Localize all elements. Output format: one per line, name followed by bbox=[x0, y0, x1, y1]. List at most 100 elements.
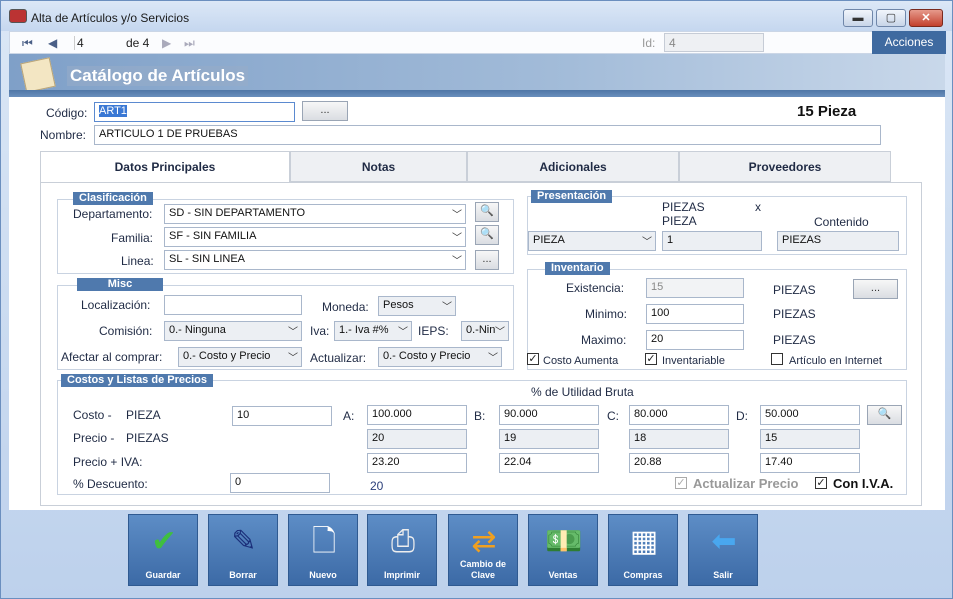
utilidad-d-input[interactable]: 50.000 bbox=[760, 405, 860, 425]
maximo-unit: PIEZAS bbox=[773, 333, 816, 347]
tab-adicionales[interactable]: Adicionales bbox=[467, 151, 679, 182]
actualizar-precio-label: Actualizar Precio bbox=[693, 476, 799, 491]
precio-iva-a-input[interactable]: 23.20 bbox=[367, 453, 467, 473]
search-icon: 🔍 bbox=[480, 228, 494, 240]
acciones-menu[interactable]: Acciones bbox=[872, 31, 946, 54]
unidad-singular: PIEZA bbox=[662, 214, 697, 228]
comision-select[interactable]: 0.- Ninguna ﹀ bbox=[164, 321, 302, 341]
factor-input[interactable]: 1 bbox=[662, 231, 762, 251]
departamento-search-button[interactable]: 🔍 bbox=[475, 202, 499, 222]
iva-select[interactable]: 1.- Iva #% ﹀ bbox=[334, 321, 412, 341]
ieps-label: IEPS: bbox=[418, 324, 449, 338]
nuevo-button[interactable]: 🗋 Nuevo bbox=[288, 514, 358, 586]
salir-button[interactable]: ⬅ Salir bbox=[688, 514, 758, 586]
cambio-clave-label: Cambio de Clave bbox=[459, 559, 506, 580]
con-iva-label: Con I.V.A. bbox=[833, 476, 894, 491]
contenido-label: Contenido bbox=[814, 215, 869, 229]
lista-a-label: A: bbox=[343, 409, 355, 423]
printer-icon: ⎙ bbox=[391, 525, 415, 558]
comision-value: 0.- Ninguna bbox=[169, 324, 226, 336]
utilidad-a-input[interactable]: 100.000 bbox=[367, 405, 467, 425]
precio-d-field: 15 bbox=[760, 429, 860, 449]
moneda-select[interactable]: Pesos ﹀ bbox=[378, 296, 456, 316]
main-window: Alta de Artículos y/o Servicios ▬ ▢ ✕ ⏮ … bbox=[0, 0, 953, 599]
ventas-button[interactable]: 💵 Ventas bbox=[528, 514, 598, 586]
datos-principales-panel: Clasificación Departamento: SD - SIN DEP… bbox=[40, 182, 922, 506]
linea-label: Linea: bbox=[121, 254, 154, 268]
cambio-clave-button[interactable]: ⇄ Cambio de Clave bbox=[448, 514, 518, 586]
precio-iva-d-input[interactable]: 17.40 bbox=[760, 453, 860, 473]
localizacion-input[interactable] bbox=[164, 295, 302, 315]
contenido-input[interactable]: PIEZAS bbox=[777, 231, 899, 251]
precios-search-button[interactable]: 🔍 bbox=[867, 405, 902, 425]
chevron-down-icon: ﹀ bbox=[452, 256, 462, 267]
borrar-label: Borrar bbox=[229, 570, 257, 580]
maximize-button[interactable]: ▢ bbox=[876, 9, 906, 27]
swap-icon: ⇄ bbox=[471, 525, 497, 558]
codigo-input[interactable]: ART1 bbox=[94, 102, 295, 122]
maximo-input[interactable]: 20 bbox=[646, 330, 744, 350]
presentacion-title: Presentación bbox=[531, 190, 613, 203]
nombre-input[interactable]: ARTICULO 1 DE PRUEBAS bbox=[94, 125, 881, 145]
codigo-value: ART1 bbox=[99, 105, 127, 117]
actualizar-select[interactable]: 0.- Costo y Precio ﹀ bbox=[378, 347, 502, 367]
last-record-icon[interactable]: ⏭ bbox=[184, 36, 195, 51]
chevron-down-icon: ﹀ bbox=[642, 237, 652, 248]
actualizar-precio-checkbox: ✓ bbox=[675, 477, 687, 489]
salir-label: Salir bbox=[713, 570, 733, 580]
marker-icon: ✎ bbox=[231, 525, 257, 558]
departamento-select[interactable]: SD - SIN DEPARTAMENTO ﹀ bbox=[164, 204, 466, 224]
precio-iva-b-input[interactable]: 22.04 bbox=[499, 453, 599, 473]
tab-notas[interactable]: Notas bbox=[290, 151, 467, 182]
minimize-button[interactable]: ▬ bbox=[843, 9, 873, 27]
linea-select[interactable]: SL - SIN LINEA ﹀ bbox=[164, 250, 466, 270]
tab-proveedores[interactable]: Proveedores bbox=[679, 151, 891, 182]
record-number[interactable]: 4 bbox=[74, 36, 84, 50]
unidad-plural: PIEZAS bbox=[662, 200, 705, 214]
maximo-label: Maximo: bbox=[581, 333, 627, 347]
departamento-label: Departamento: bbox=[73, 207, 153, 221]
descuento-label: % Descuento: bbox=[73, 477, 148, 491]
comision-label: Comisión: bbox=[99, 324, 153, 338]
afectar-select[interactable]: 0.- Costo y Precio ﹀ bbox=[178, 347, 302, 367]
nuevo-label: Nuevo bbox=[309, 570, 337, 580]
familia-label: Familia: bbox=[111, 231, 154, 245]
iva-label: Iva: bbox=[310, 324, 330, 338]
imprimir-button[interactable]: ⎙ Imprimir bbox=[367, 514, 437, 586]
checkmark-icon: ✔ bbox=[151, 525, 177, 558]
compras-button[interactable]: ▦ Compras bbox=[608, 514, 678, 586]
utilidad-c-input[interactable]: 80.000 bbox=[629, 405, 729, 425]
first-record-icon[interactable]: ⏮ bbox=[22, 36, 33, 51]
costo-input[interactable]: 10 bbox=[232, 406, 332, 426]
new-document-icon: 🗋 bbox=[311, 525, 337, 558]
presentacion-select[interactable]: PIEZA ﹀ bbox=[528, 231, 656, 251]
minimo-input[interactable]: 100 bbox=[646, 304, 744, 324]
lista-d-label: D: bbox=[736, 409, 748, 423]
existencia-label: Existencia: bbox=[566, 281, 625, 295]
costo-aumenta-checkbox[interactable]: ✓ bbox=[527, 353, 539, 365]
articulo-internet-checkbox[interactable] bbox=[771, 353, 783, 365]
existencia-button[interactable]: ... bbox=[853, 279, 898, 299]
familia-search-button[interactable]: 🔍 bbox=[475, 225, 499, 245]
borrar-button[interactable]: ✎ Borrar bbox=[208, 514, 278, 586]
tab-datos-principales[interactable]: Datos Principales bbox=[40, 151, 290, 183]
con-iva-checkbox[interactable]: ✓ bbox=[815, 477, 827, 489]
close-button[interactable]: ✕ bbox=[909, 9, 943, 27]
prev-record-icon[interactable]: ◀ bbox=[48, 36, 57, 50]
familia-select[interactable]: SF - SIN FAMILIA ﹀ bbox=[164, 227, 466, 247]
id-field: 4 bbox=[664, 33, 764, 52]
guardar-button[interactable]: ✔ Guardar bbox=[128, 514, 198, 586]
minimo-unit: PIEZAS bbox=[773, 307, 816, 321]
costos-title: Costos y Listas de Precios bbox=[61, 374, 213, 387]
title-bar: Alta de Artículos y/o Servicios ▬ ▢ ✕ bbox=[1, 1, 952, 31]
descuento-input[interactable]: 0 bbox=[230, 473, 330, 493]
linea-browse-button[interactable]: ... bbox=[475, 250, 499, 270]
ieps-select[interactable]: 0.-Nin ﹀ bbox=[461, 321, 509, 341]
codigo-browse-button[interactable]: ... bbox=[302, 101, 348, 121]
inventariable-checkbox[interactable]: ✓ bbox=[645, 353, 657, 365]
precio-b-field: 19 bbox=[499, 429, 599, 449]
next-record-icon[interactable]: ▶ bbox=[162, 36, 171, 50]
utilidad-b-input[interactable]: 90.000 bbox=[499, 405, 599, 425]
lista-c-label: C: bbox=[607, 409, 619, 423]
precio-iva-c-input[interactable]: 20.88 bbox=[629, 453, 729, 473]
